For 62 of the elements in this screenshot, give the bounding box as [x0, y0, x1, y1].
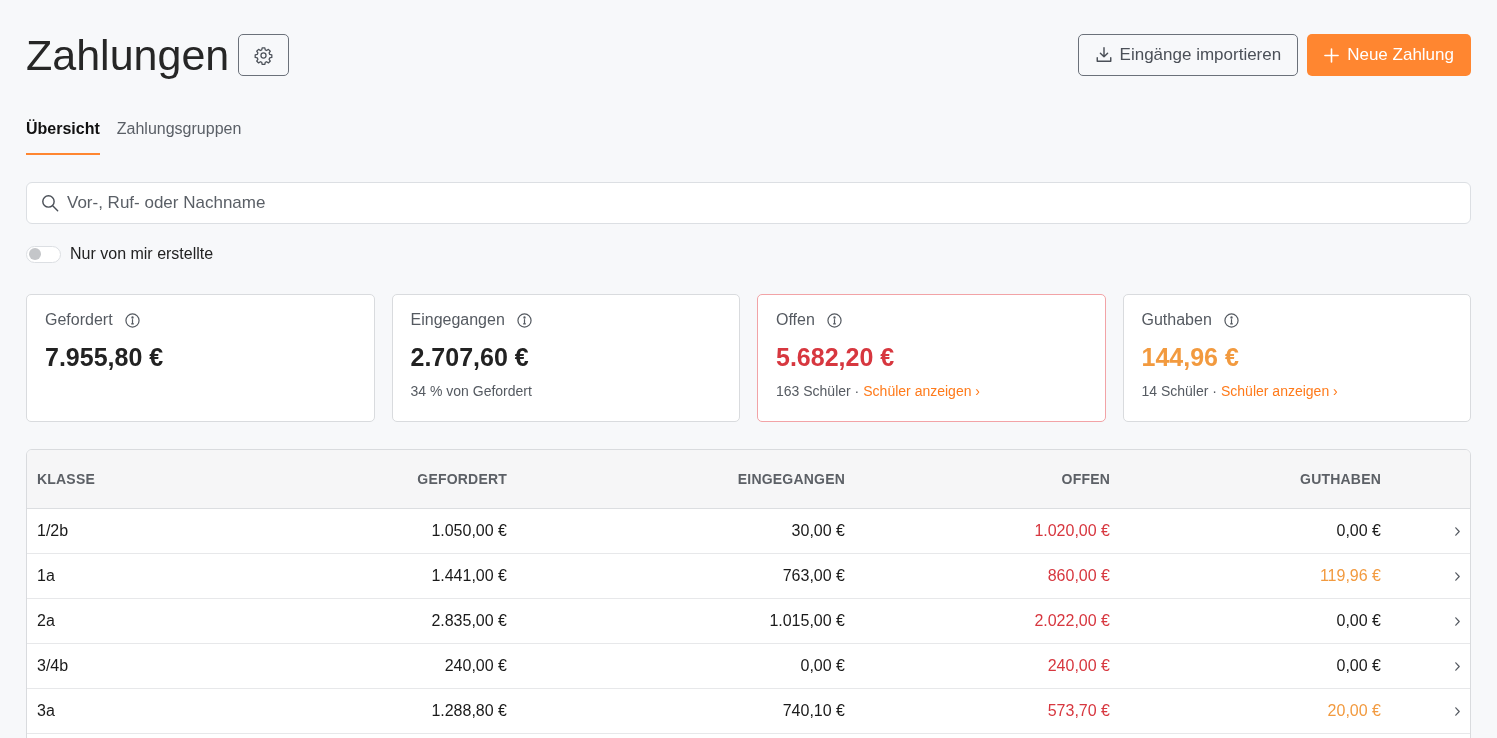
search-icon	[41, 194, 59, 212]
info-icon[interactable]	[1223, 312, 1239, 328]
settings-button[interactable]	[238, 34, 290, 76]
column-header: GUTHABEN	[1300, 469, 1381, 489]
toggle-switch[interactable]	[26, 245, 61, 263]
column-header: OFFEN	[1061, 469, 1110, 489]
table-cell-text: 2a	[37, 611, 55, 631]
table-cell-text: 1.020,00 €	[1034, 521, 1110, 541]
card-note: 14 Schüler ·	[1141, 382, 1217, 400]
toggle-label: Nur von mir erstellte	[70, 244, 214, 264]
table-cell-text: 1.441,00 €	[431, 566, 507, 586]
tab[interactable]: Zahlungsgruppen	[116, 110, 242, 155]
card-label: Guthaben	[1141, 310, 1212, 330]
table-cell-text: 240,00 €	[1047, 656, 1110, 676]
table-cell-text: 1.288,80 €	[431, 701, 507, 721]
card-label: Offen	[776, 310, 815, 330]
chevron-right-icon[interactable]	[1455, 526, 1460, 536]
info-icon[interactable]	[124, 312, 140, 328]
table-cell-text: 0,00 €	[800, 656, 845, 676]
table-cell-text: 30,00 €	[791, 521, 845, 541]
table-cell-text: 1/2b	[37, 521, 69, 541]
info-icon[interactable]	[516, 312, 532, 328]
table-cell-text: 740,10 €	[782, 701, 845, 721]
card-note: 34 % von Gefordert	[410, 382, 532, 400]
chevron-right-icon[interactable]	[1455, 706, 1460, 716]
table-cell-text: 573,70 €	[1047, 701, 1110, 721]
settings-icon	[254, 45, 274, 65]
table-cell-text: 2.022,00 €	[1034, 611, 1110, 631]
card-value: 2.707,60 €	[410, 342, 529, 372]
table-cell-text: 0,00 €	[1336, 521, 1381, 541]
card-value: 5.682,20 €	[776, 342, 895, 372]
table-cell-text: 1.050,00 €	[431, 521, 507, 541]
page-title: Zahlungen	[26, 30, 230, 81]
table-cell-text: 240,00 €	[444, 656, 507, 676]
info-icon[interactable]	[826, 312, 842, 328]
column-header: GEFORDERT	[417, 469, 507, 489]
card-label: Eingegangen	[410, 310, 505, 330]
chevron-right-icon[interactable]	[1455, 571, 1460, 581]
card-note: 163 Schüler ·	[776, 382, 860, 400]
card-value: 7.955,80 €	[45, 342, 164, 372]
table-cell-text: 860,00 €	[1047, 566, 1110, 586]
table-cell-text: 3a	[37, 701, 55, 721]
table-cell-text: 0,00 €	[1336, 611, 1381, 631]
search-field[interactable]: Vor-, Ruf- oder Nachname	[26, 182, 1471, 224]
chevron-right-icon[interactable]	[1455, 616, 1460, 626]
table-cell-text: 763,00 €	[782, 566, 845, 586]
table-cell-text: 1a	[37, 566, 55, 586]
chevron-right-icon[interactable]	[1455, 661, 1460, 671]
plus-icon	[1324, 47, 1340, 63]
table-cell-text: 2.835,00 €	[431, 611, 507, 631]
import-button[interactable]: Eingänge importieren	[1077, 34, 1299, 76]
table-cell-text: 0,00 €	[1336, 656, 1381, 676]
table-cell-text: 3/4b	[37, 656, 69, 676]
card-label: Gefordert	[45, 310, 113, 330]
card-value: 144,96 €	[1141, 342, 1239, 372]
table-cell-text: 20,00 €	[1327, 701, 1381, 721]
column-header: KLASSE	[37, 469, 95, 489]
table-cell-text: 1.015,00 €	[769, 611, 845, 631]
column-header: EINGEGANGEN	[737, 469, 845, 489]
tab[interactable]: Übersicht	[26, 110, 100, 155]
table-cell-text: 119,96 €	[1319, 566, 1381, 586]
download-icon	[1094, 46, 1113, 64]
